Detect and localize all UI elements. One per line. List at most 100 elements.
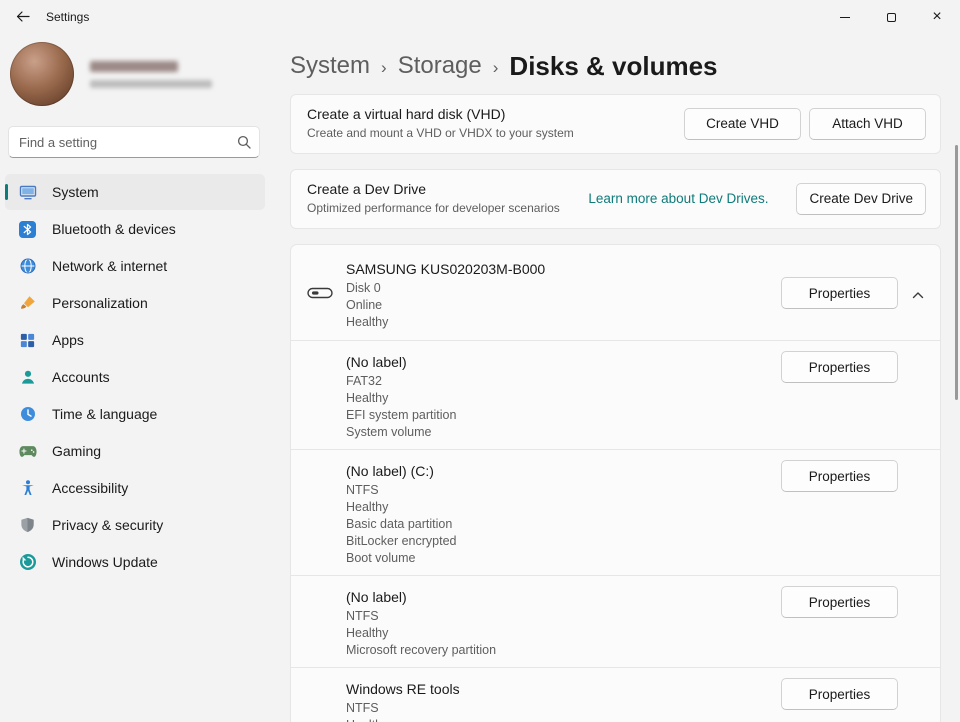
sidebar-item-label: Windows Update: [52, 554, 158, 570]
globe-icon: [18, 257, 37, 275]
dev-drive-card-actions: Learn more about Dev Drives. Create Dev …: [588, 183, 926, 215]
person-icon: [18, 368, 37, 386]
minimize-button[interactable]: [822, 0, 868, 34]
sidebar-item-label: Time & language: [52, 406, 157, 422]
main-content: System › Storage › Disks & volumes Creat…: [270, 34, 960, 722]
sidebar-item-personalization[interactable]: Personalization: [5, 285, 265, 321]
vhd-card: Create a virtual hard disk (VHD) Create …: [290, 94, 941, 154]
volume-encryption: BitLocker encrypted: [346, 533, 940, 550]
sidebar-item-system[interactable]: System: [5, 174, 265, 210]
volume-partition-type: Microsoft recovery partition: [346, 642, 940, 659]
sidebar-item-label: Network & internet: [52, 258, 167, 274]
volume-health: Healthy: [346, 390, 940, 407]
sidebar-item-label: Privacy & security: [52, 517, 163, 533]
disk-properties-button[interactable]: Properties: [781, 277, 898, 309]
window-controls: ×: [822, 0, 960, 34]
sidebar: System Bluetooth & devices Network & int…: [0, 34, 270, 722]
search-box: [8, 126, 260, 158]
volume-properties-button[interactable]: Properties: [781, 678, 898, 710]
maximize-button[interactable]: [868, 0, 914, 34]
sidebar-item-windows-update[interactable]: Windows Update: [5, 544, 265, 580]
chevron-up-icon: [912, 287, 924, 302]
sidebar-item-label: Gaming: [52, 443, 101, 459]
bluetooth-icon: [18, 221, 37, 238]
titlebar: Settings ×: [0, 0, 960, 34]
vhd-card-text: Create a virtual hard disk (VHD) Create …: [307, 106, 684, 141]
vhd-card-actions: Create VHD Attach VHD: [684, 108, 926, 140]
chevron-right-icon: ›: [493, 55, 499, 78]
apps-grid-icon: [18, 332, 37, 349]
user-email-redacted: [90, 80, 212, 88]
maximize-icon: [887, 13, 896, 22]
sidebar-item-label: Bluetooth & devices: [52, 221, 176, 237]
volume-row-windows-re: Windows RE tools NTFS Healthy Properties: [291, 667, 940, 722]
sidebar-item-label: Accessibility: [52, 480, 128, 496]
sidebar-item-label: Accounts: [52, 369, 110, 385]
sidebar-item-label: Apps: [52, 332, 84, 348]
sidebar-item-network-internet[interactable]: Network & internet: [5, 248, 265, 284]
paintbrush-icon: [18, 294, 37, 312]
back-arrow-icon: [16, 10, 30, 25]
create-vhd-button[interactable]: Create VHD: [684, 108, 801, 140]
vhd-card-title: Create a virtual hard disk (VHD): [307, 106, 684, 122]
volume-health: Healthy: [346, 717, 940, 722]
sidebar-item-privacy-security[interactable]: Privacy & security: [5, 507, 265, 543]
volume-row-recovery: (No label) NTFS Healthy Microsoft recove…: [291, 575, 940, 667]
user-info-redacted: [90, 61, 212, 88]
shield-icon: [18, 516, 37, 534]
page-title: Disks & volumes: [509, 51, 717, 82]
volume-properties-button[interactable]: Properties: [781, 586, 898, 618]
dev-drive-card-subtitle: Optimized performance for developer scen…: [307, 201, 588, 216]
breadcrumb: System › Storage › Disks & volumes: [290, 46, 941, 86]
sidebar-item-accessibility[interactable]: Accessibility: [5, 470, 265, 506]
volume-health: Healthy: [346, 499, 940, 516]
sidebar-nav: System Bluetooth & devices Network & int…: [0, 174, 270, 580]
volume-row-efi: (No label) FAT32 Healthy EFI system part…: [291, 340, 940, 449]
close-icon: ×: [932, 9, 941, 25]
gamepad-icon: [18, 445, 37, 458]
close-button[interactable]: ×: [914, 0, 960, 34]
disk-header-row: SAMSUNG KUS020203M-B000 Disk 0 Online He…: [291, 245, 940, 340]
volume-partition-type: Basic data partition: [346, 516, 940, 533]
breadcrumb-system[interactable]: System: [290, 52, 370, 80]
sidebar-item-label: System: [52, 184, 99, 200]
disk-title: SAMSUNG KUS020203M-B000: [346, 261, 940, 277]
monitor-icon: [18, 183, 37, 201]
dev-drive-learn-more-link[interactable]: Learn more about Dev Drives.: [588, 191, 768, 206]
disk-group: SAMSUNG KUS020203M-B000 Disk 0 Online He…: [290, 244, 941, 722]
minimize-icon: [840, 17, 850, 18]
sidebar-item-time-language[interactable]: Time & language: [5, 396, 265, 432]
disk-health: Healthy: [346, 314, 940, 331]
accessibility-person-icon: [18, 479, 37, 497]
chevron-right-icon: ›: [381, 55, 387, 78]
sidebar-item-accounts[interactable]: Accounts: [5, 359, 265, 395]
search-input[interactable]: [8, 126, 260, 158]
update-arrows-icon: [18, 553, 37, 571]
back-button[interactable]: [0, 0, 46, 34]
disk-drive-icon: [307, 286, 333, 305]
avatar: [10, 42, 74, 106]
sidebar-item-apps[interactable]: Apps: [5, 322, 265, 358]
volume-details: NTFS Healthy Basic data partition BitLoc…: [346, 482, 940, 567]
vertical-scrollbar[interactable]: [955, 145, 958, 400]
clock-icon: [18, 405, 37, 423]
sidebar-item-gaming[interactable]: Gaming: [5, 433, 265, 469]
user-profile[interactable]: [0, 36, 270, 112]
attach-vhd-button[interactable]: Attach VHD: [809, 108, 926, 140]
collapse-button[interactable]: [908, 283, 928, 306]
user-name-redacted: [90, 61, 178, 72]
volume-details: FAT32 Healthy EFI system partition Syste…: [346, 373, 940, 441]
vhd-card-subtitle: Create and mount a VHD or VHDX to your s…: [307, 126, 684, 141]
window-title: Settings: [46, 10, 89, 24]
volume-row-c-drive: (No label) (C:) NTFS Healthy Basic data …: [291, 449, 940, 575]
dev-drive-card: Create a Dev Drive Optimized performance…: [290, 169, 941, 229]
dev-drive-card-text: Create a Dev Drive Optimized performance…: [307, 181, 588, 216]
volume-role: System volume: [346, 424, 940, 441]
volume-properties-button[interactable]: Properties: [781, 351, 898, 383]
volume-properties-button[interactable]: Properties: [781, 460, 898, 492]
volume-health: Healthy: [346, 625, 940, 642]
breadcrumb-storage[interactable]: Storage: [398, 52, 482, 80]
volume-partition-type: EFI system partition: [346, 407, 940, 424]
sidebar-item-bluetooth-devices[interactable]: Bluetooth & devices: [5, 211, 265, 247]
create-dev-drive-button[interactable]: Create Dev Drive: [796, 183, 926, 215]
